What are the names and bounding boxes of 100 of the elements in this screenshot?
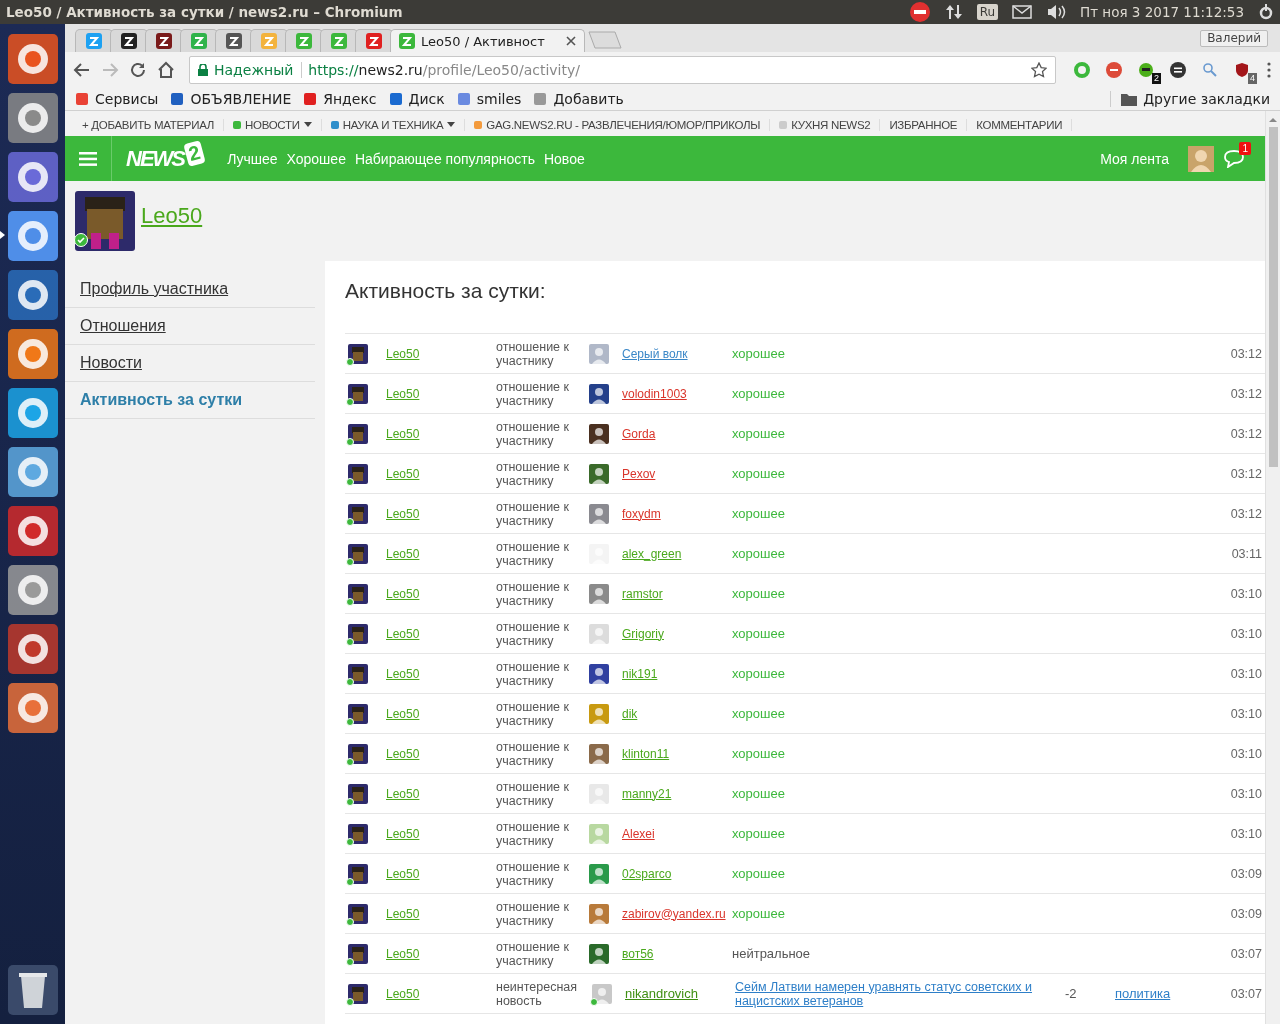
- app-icon[interactable]: [6, 504, 59, 557]
- app-icon[interactable]: [6, 445, 59, 498]
- user-link[interactable]: Leo50: [386, 506, 496, 521]
- sidebar-item[interactable]: Активность за сутки: [65, 382, 315, 419]
- profile-name-link[interactable]: Leo50: [141, 203, 203, 229]
- shield-icon[interactable]: [1234, 62, 1250, 78]
- no-entry-icon[interactable]: [908, 1, 931, 23]
- browser-tab[interactable]: [110, 29, 148, 52]
- browser-tab[interactable]: [145, 29, 183, 52]
- user-link[interactable]: Leo50: [386, 746, 496, 761]
- user-link[interactable]: Leo50: [386, 346, 496, 361]
- sidebar-item[interactable]: Профиль участника: [65, 271, 315, 308]
- nav-link[interactable]: Набирающее популярность: [354, 150, 535, 167]
- app-icon[interactable]: [6, 32, 59, 85]
- user-link[interactable]: Серый волк: [622, 346, 732, 361]
- site-menu-item[interactable]: ИЗБРАННОЕ: [880, 118, 968, 131]
- site-menu-item[interactable]: + ДОБАВИТЬ МАТЕРИАЛ: [73, 118, 225, 131]
- search-icon[interactable]: [1202, 62, 1218, 78]
- site-menu-item[interactable]: НАУКА И ТЕХНИКА: [321, 118, 466, 131]
- app-icon[interactable]: [6, 622, 59, 675]
- site-menu-item[interactable]: КУХНЯ NEWS2: [770, 118, 881, 131]
- user-link[interactable]: nikandrovich: [625, 986, 735, 1001]
- user-link[interactable]: Leo50: [386, 946, 496, 961]
- app-icon[interactable]: [6, 209, 59, 262]
- browser-tab[interactable]: [215, 29, 253, 52]
- user-link[interactable]: Leo50: [386, 666, 496, 681]
- user-link[interactable]: foxydm: [622, 506, 732, 521]
- keyboard-layout-indicator[interactable]: Ru: [976, 4, 999, 20]
- clock[interactable]: Пт ноя 3 2017 11:12:53: [1080, 4, 1244, 20]
- profile-button[interactable]: Валерий: [1200, 29, 1268, 47]
- user-link[interactable]: Leo50: [386, 546, 496, 561]
- bookmark[interactable]: Добавить: [533, 91, 624, 107]
- news-link[interactable]: Сейм Латвии намерен уравнять статус советских и нацистских ветеранов: [735, 979, 1065, 1008]
- bookmark[interactable]: Сервисы: [75, 91, 159, 107]
- site-logo[interactable]: NEWS 2: [111, 136, 204, 181]
- star-icon[interactable]: [1031, 62, 1047, 78]
- category-link[interactable]: политика: [1115, 986, 1225, 1001]
- user-link[interactable]: Leo50: [386, 786, 496, 801]
- site-menu-item[interactable]: КОММЕНТАРИИ: [967, 118, 1073, 131]
- app-icon[interactable]: [6, 268, 59, 321]
- back-icon[interactable]: [73, 61, 91, 79]
- user-link[interactable]: Leo50: [386, 386, 496, 401]
- user-link[interactable]: 02sparco: [622, 866, 732, 881]
- menu-icon[interactable]: [1266, 62, 1272, 78]
- user-link[interactable]: Alexei: [622, 826, 732, 841]
- user-link[interactable]: Leo50: [386, 706, 496, 721]
- sidebar-item[interactable]: Отношения: [65, 308, 315, 345]
- browser-tab[interactable]: Leo50 / Активност: [390, 29, 585, 52]
- app-icon[interactable]: [6, 150, 59, 203]
- mail-icon[interactable]: [1012, 5, 1033, 19]
- app-icon[interactable]: [6, 563, 59, 616]
- user-link[interactable]: Leo50: [386, 466, 496, 481]
- network-icon[interactable]: [944, 3, 963, 21]
- user-link[interactable]: manny21: [622, 786, 732, 801]
- user-link[interactable]: nik191: [622, 666, 732, 681]
- user-link[interactable]: вот56: [622, 946, 732, 961]
- user-link[interactable]: Leo50: [386, 626, 496, 641]
- nav-link[interactable]: Новое: [543, 150, 585, 167]
- sidebar-item[interactable]: Новости: [65, 345, 315, 382]
- user-link[interactable]: Leo50: [386, 906, 496, 921]
- nav-link[interactable]: Хорошее: [286, 150, 346, 167]
- user-link[interactable]: alex_green: [622, 546, 732, 561]
- close-icon[interactable]: [566, 36, 576, 46]
- bookmark-icon: [456, 92, 471, 106]
- feed-link[interactable]: Моя лента: [1100, 150, 1169, 167]
- reload-icon[interactable]: [129, 61, 147, 79]
- user-link[interactable]: ramstor: [622, 586, 732, 601]
- trash-icon[interactable]: [6, 964, 59, 1016]
- equals-icon[interactable]: [1170, 62, 1186, 78]
- app-icon[interactable]: [6, 386, 59, 439]
- nav-link[interactable]: Лучшее: [227, 150, 278, 167]
- address-field[interactable]: Надежный https://news2.ru/profile/Leo50/activity/: [189, 56, 1056, 84]
- user-link[interactable]: Leo50: [386, 866, 496, 881]
- user-link[interactable]: Leo50: [386, 986, 496, 1001]
- user-link[interactable]: Grigoriy: [622, 626, 732, 641]
- site-menu-item[interactable]: НОВОСТИ: [224, 118, 322, 131]
- app-icon[interactable]: [6, 91, 59, 144]
- power-icon[interactable]: [1258, 4, 1274, 20]
- user-link[interactable]: Leo50: [386, 586, 496, 601]
- user-link[interactable]: klinton11: [622, 746, 732, 761]
- user-link[interactable]: zabirov@yandex.ru: [622, 906, 732, 921]
- scrollbar[interactable]: [1265, 111, 1280, 1024]
- bookmark[interactable]: Другие закладки: [1110, 91, 1270, 107]
- user-link[interactable]: dik: [622, 706, 732, 721]
- messages-icon[interactable]: [1223, 149, 1245, 168]
- volume-icon[interactable]: [1046, 4, 1067, 20]
- user-link[interactable]: Pexov: [622, 466, 732, 481]
- bookmark[interactable]: smiles: [456, 91, 522, 107]
- home-icon[interactable]: [157, 61, 175, 79]
- bookmark[interactable]: Яндекс: [303, 91, 377, 107]
- user-link[interactable]: Leo50: [386, 826, 496, 841]
- bookmark[interactable]: Диск: [388, 91, 445, 107]
- user-link[interactable]: Gorda: [622, 426, 732, 441]
- user-link[interactable]: Leo50: [386, 426, 496, 441]
- bookmark[interactable]: ОБЪЯВЛЕНИЕ: [170, 91, 292, 107]
- app-icon[interactable]: [6, 327, 59, 380]
- site-menu-item[interactable]: GAG.NEWS2.RU - РАЗВЛЕЧЕНИЯ/ЮМОР/ПРИКОЛЫ: [465, 118, 771, 131]
- app-icon[interactable]: [6, 681, 59, 734]
- user-link[interactable]: volodin1003: [622, 386, 732, 401]
- scroll-thumb[interactable]: [1268, 127, 1278, 467]
